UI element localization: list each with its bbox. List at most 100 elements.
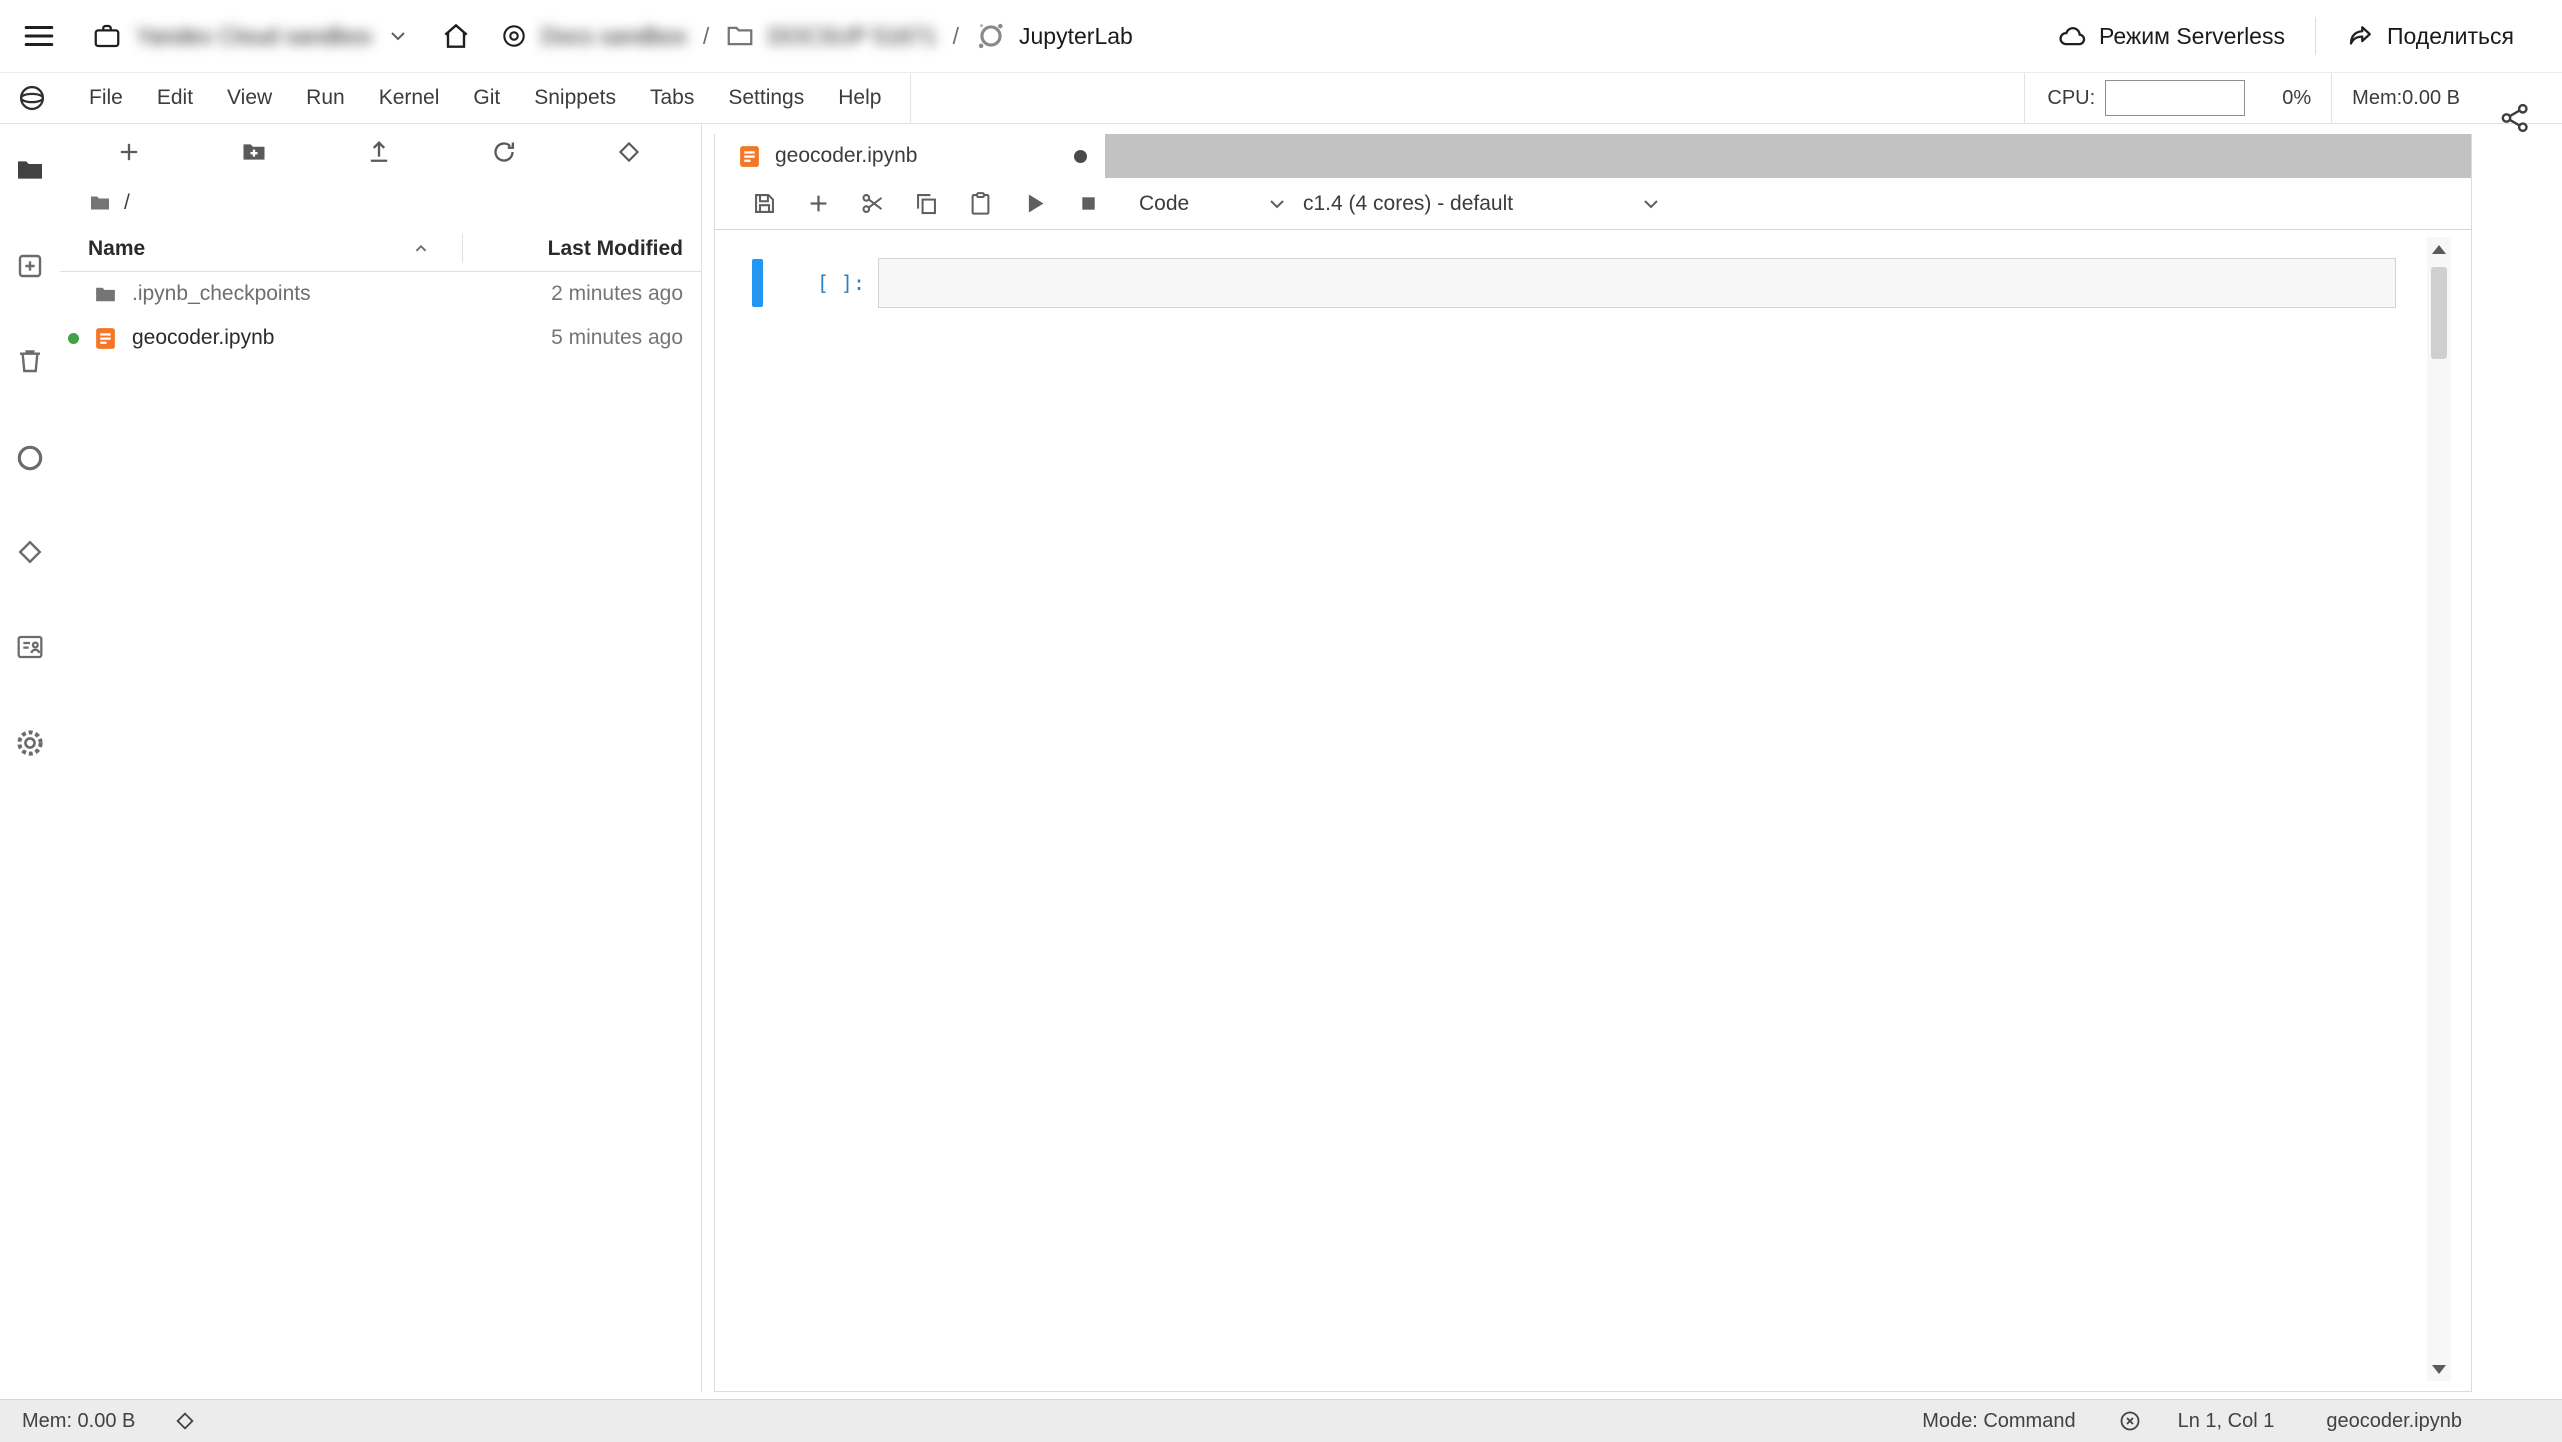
run-cell-button[interactable] bbox=[1007, 184, 1061, 224]
file-list-header: Name Last Modified bbox=[60, 226, 701, 272]
briefcase-icon bbox=[92, 21, 122, 51]
kernel-value: c1.4 (4 cores) - default bbox=[1303, 192, 1513, 216]
file-row-notebook[interactable]: geocoder.ipynb 5 minutes ago bbox=[60, 316, 701, 360]
workspace-switcher[interactable]: Yandex Cloud sandbox bbox=[92, 21, 410, 51]
active-file-name: geocoder.ipynb bbox=[2326, 1410, 2462, 1433]
insert-cell-button[interactable] bbox=[791, 184, 845, 224]
active-cell-collapser[interactable] bbox=[752, 259, 763, 307]
mem-status: Mem: 0.00 B bbox=[22, 1410, 135, 1433]
share-label: Поделиться bbox=[2387, 23, 2514, 50]
inspector-card-icon[interactable] bbox=[14, 631, 46, 663]
plus-icon bbox=[805, 190, 832, 217]
status-right: Mode: Command Ln 1, Col 1 geocoder.ipynb bbox=[1922, 1409, 2462, 1433]
menu-settings[interactable]: Settings bbox=[711, 73, 821, 123]
upload-icon[interactable] bbox=[365, 138, 393, 166]
column-divider bbox=[462, 234, 463, 263]
file-browser-icon[interactable] bbox=[14, 154, 46, 186]
menu-kernel[interactable]: Kernel bbox=[362, 73, 457, 123]
menu-tabs[interactable]: Tabs bbox=[633, 73, 711, 123]
menu-snippets[interactable]: Snippets bbox=[517, 73, 633, 123]
menu-file[interactable]: File bbox=[72, 73, 140, 123]
stop-icon bbox=[1075, 190, 1102, 217]
tab-geocoder-ipynb[interactable]: geocoder.ipynb bbox=[715, 134, 1105, 178]
workspace-name: Yandex Cloud sandbox bbox=[136, 23, 372, 50]
copy-cells-button[interactable] bbox=[899, 184, 953, 224]
notebook-file-icon bbox=[737, 144, 762, 169]
scroll-up-icon[interactable] bbox=[2427, 237, 2451, 261]
share-button[interactable]: Поделиться bbox=[2346, 21, 2514, 51]
notebook-scrollbar[interactable] bbox=[2427, 237, 2451, 1381]
share-nodes-icon[interactable] bbox=[2498, 101, 2532, 135]
file-modified: 5 minutes ago bbox=[551, 326, 701, 350]
breadcrumb-project[interactable]: Docs sandbox bbox=[500, 22, 687, 50]
storage-bucket-icon[interactable] bbox=[14, 345, 46, 377]
scrollbar-thumb[interactable] bbox=[2431, 267, 2447, 359]
save-button[interactable] bbox=[737, 184, 791, 224]
notebook-content: [ ]: bbox=[715, 230, 2471, 1391]
scroll-down-icon[interactable] bbox=[2427, 1357, 2451, 1381]
kernel-select[interactable]: c1.4 (4 cores) - default bbox=[1303, 184, 1663, 224]
tab-title: geocoder.ipynb bbox=[775, 144, 917, 168]
status-left: Mem: 0.00 B bbox=[22, 1409, 197, 1433]
chevron-down-icon bbox=[386, 24, 410, 48]
cursor-position[interactable]: Ln 1, Col 1 bbox=[2178, 1410, 2275, 1433]
code-cell: [ ]: bbox=[715, 258, 2471, 308]
file-modified: 2 minutes ago bbox=[551, 282, 701, 306]
menu-help[interactable]: Help bbox=[821, 73, 898, 123]
stop-kernel-button[interactable] bbox=[1061, 184, 1115, 224]
paste-icon bbox=[967, 190, 994, 217]
project-name: Docs sandbox bbox=[541, 23, 687, 50]
divider bbox=[2331, 73, 2332, 123]
ring-icon bbox=[500, 22, 528, 50]
breadcrumb: / bbox=[60, 180, 701, 226]
path-separator: / bbox=[937, 23, 975, 50]
column-header-name[interactable]: Name bbox=[60, 237, 145, 261]
menu-git[interactable]: Git bbox=[456, 73, 517, 123]
new-launcher-plus-icon[interactable] bbox=[115, 138, 143, 166]
file-browser-panel: / Name Last Modified .ipynb_checkpoints … bbox=[60, 124, 702, 1392]
folder-icon[interactable] bbox=[88, 191, 112, 215]
jupyterlab-datasphere-window: Yandex Cloud sandbox Docs sandbox / DOCS… bbox=[0, 0, 2562, 1442]
unsaved-changes-dot[interactable] bbox=[1074, 150, 1087, 163]
serverless-mode-toggle[interactable]: Режим Serverless bbox=[2057, 21, 2285, 51]
refresh-icon[interactable] bbox=[490, 138, 518, 166]
cell-type-select[interactable]: Code bbox=[1139, 184, 1289, 224]
datasphere-logo-icon[interactable] bbox=[16, 82, 48, 114]
menu-run[interactable]: Run bbox=[289, 73, 362, 123]
settings-gear-icon[interactable] bbox=[14, 727, 46, 759]
cut-cells-button[interactable] bbox=[845, 184, 899, 224]
paste-cells-button[interactable] bbox=[953, 184, 1007, 224]
git-diamond-icon[interactable] bbox=[173, 1409, 197, 1433]
column-header-modified[interactable]: Last Modified bbox=[548, 237, 701, 261]
jupyter-logo-icon bbox=[975, 20, 1007, 52]
home-icon[interactable] bbox=[440, 20, 472, 52]
breadcrumb-folder[interactable]: DOCSUP 51671 bbox=[725, 21, 936, 51]
notebook-toolbar: Code c1.4 (4 cores) - default bbox=[715, 178, 2471, 230]
cloud-icon bbox=[2057, 21, 2087, 51]
cut-icon bbox=[859, 190, 886, 217]
circle-x-icon[interactable] bbox=[2118, 1409, 2142, 1433]
cell-code-input[interactable] bbox=[878, 258, 2396, 308]
file-row-checkpoints[interactable]: .ipynb_checkpoints 2 minutes ago bbox=[60, 272, 701, 316]
share-forward-icon bbox=[2346, 21, 2376, 51]
left-sidebar bbox=[0, 124, 60, 1392]
cpu-percent: 0% bbox=[2263, 87, 2311, 110]
running-sessions-icon[interactable] bbox=[14, 442, 46, 474]
sort-ascending-icon[interactable] bbox=[410, 238, 432, 260]
new-folder-icon[interactable] bbox=[240, 138, 268, 166]
tab-bar: geocoder.ipynb bbox=[715, 134, 2471, 178]
git-diamond-icon[interactable] bbox=[615, 138, 643, 166]
top-bar: Yandex Cloud sandbox Docs sandbox / DOCS… bbox=[0, 0, 2562, 73]
breadcrumb-root[interactable]: / bbox=[124, 191, 130, 215]
menu-view[interactable]: View bbox=[210, 73, 289, 123]
git-icon[interactable] bbox=[14, 536, 46, 568]
new-item-icon[interactable] bbox=[14, 250, 46, 282]
app-name: JupyterLab bbox=[1019, 23, 1133, 50]
menu-icon[interactable] bbox=[22, 19, 56, 53]
path-separator: / bbox=[687, 23, 725, 50]
menu-edit[interactable]: Edit bbox=[140, 73, 210, 123]
file-browser-toolbar bbox=[60, 124, 701, 180]
copy-icon bbox=[913, 190, 940, 217]
status-bar: Mem: 0.00 B Mode: Command Ln 1, Col 1 ge… bbox=[0, 1399, 2562, 1442]
command-mode-indicator[interactable]: Mode: Command bbox=[1922, 1410, 2075, 1433]
